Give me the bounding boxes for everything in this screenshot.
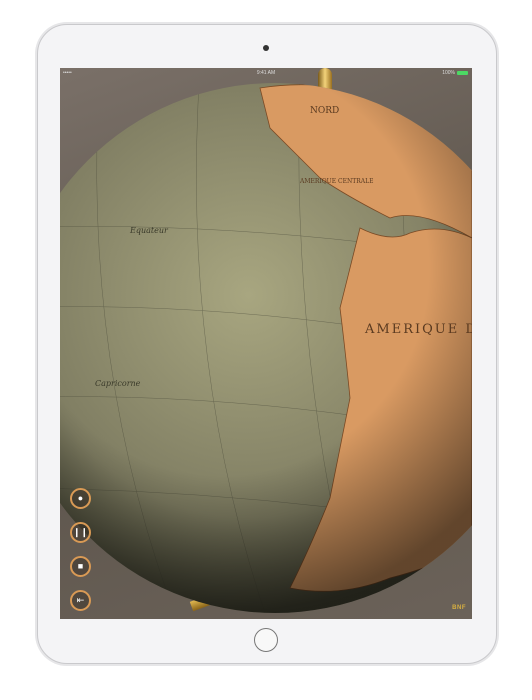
globe-shading xyxy=(60,83,472,613)
camera-icon: ■ xyxy=(77,561,84,571)
home-button[interactable] xyxy=(254,628,278,652)
battery-icon xyxy=(457,71,468,75)
capricorn-label: Capricorne xyxy=(95,379,141,388)
app-screen: ••••• 9:41 AM 100% Equateur Capricorne N… xyxy=(60,68,472,619)
layers-button[interactable]: ❙❙ xyxy=(70,522,91,543)
view-button[interactable]: ■ xyxy=(70,556,91,577)
status-time: 9:41 AM xyxy=(256,70,276,76)
bnf-logo: BNF xyxy=(452,605,466,611)
front-camera xyxy=(263,45,269,51)
control-buttons: ● ❙❙ ■ ⇤ xyxy=(70,488,91,611)
light-button[interactable]: ● xyxy=(70,488,91,509)
layers-icon: ❙❙ xyxy=(72,527,89,537)
south-america-label: AMERIQUE DU SUD xyxy=(364,322,472,337)
equator-label: Equateur xyxy=(129,226,169,235)
status-bar: ••••• 9:41 AM 100% xyxy=(60,68,472,78)
globe[interactable]: Equateur Capricorne NORD AMERIQUE CENTRA… xyxy=(60,68,472,619)
central-america-label: AMERIQUE CENTRALE xyxy=(299,178,373,185)
lightbulb-icon: ● xyxy=(77,493,84,503)
north-label: NORD xyxy=(310,106,339,116)
exit-button[interactable]: ⇤ xyxy=(70,590,91,611)
battery-percent: 100% xyxy=(442,70,455,76)
exit-icon: ⇤ xyxy=(76,595,85,605)
